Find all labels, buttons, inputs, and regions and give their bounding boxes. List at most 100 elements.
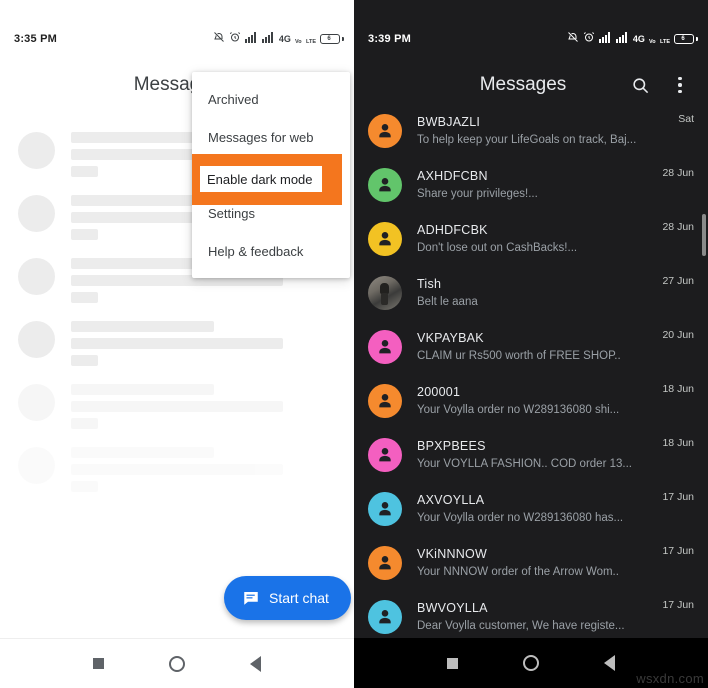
right-status-icons: 4G Vo LTE 6 xyxy=(567,30,694,48)
start-chat-fab[interactable]: Start chat xyxy=(224,576,351,620)
screenshot-root: 3:35 PM 4G Vo LTE 6 Messages Archived Me… xyxy=(0,0,708,688)
conversation-date: 20 Jun xyxy=(662,329,694,341)
conversation-text: ADHDFCBK Don't lose out on CashBacks!... xyxy=(402,222,662,256)
conversation-row[interactable]: BPXPBEES Your VOYLLA FASHION.. COD order … xyxy=(354,428,708,482)
right-status-time: 3:39 PM xyxy=(368,33,411,45)
app-bar-actions xyxy=(628,73,692,97)
conversation-row[interactable]: Tish Belt le aana 27 Jun xyxy=(354,266,708,320)
skeleton-row xyxy=(0,309,354,372)
conversation-snippet: Belt le aana xyxy=(417,296,478,308)
skeleton-avatar xyxy=(18,321,55,358)
battery-icon: 6 xyxy=(674,34,694,44)
skeleton-row xyxy=(0,435,354,498)
home-circle-icon[interactable] xyxy=(168,655,185,672)
avatar-icon xyxy=(368,384,402,418)
menu-item-messages-for-web[interactable]: Messages for web xyxy=(192,118,350,156)
avatar-icon xyxy=(368,330,402,364)
skeleton-line xyxy=(71,464,283,475)
conversation-date: 18 Jun xyxy=(662,383,694,395)
skeleton-lines xyxy=(71,443,336,498)
left-nav-bar xyxy=(0,638,354,688)
avatar-icon xyxy=(368,600,402,634)
skeleton-line xyxy=(71,292,98,303)
signal-2-icon xyxy=(261,30,275,48)
battery-icon: 6 xyxy=(320,34,340,44)
back-triangle-icon[interactable] xyxy=(604,655,616,671)
chat-bubble-icon xyxy=(242,589,260,607)
conversation-text: BWBJAZLI To help keep your LifeGoals on t… xyxy=(402,114,678,148)
avatar-photo xyxy=(368,276,402,310)
start-chat-label: Start chat xyxy=(269,590,329,606)
home-circle-icon[interactable] xyxy=(522,655,539,671)
skeleton-avatar xyxy=(18,195,55,232)
more-vert-icon[interactable] xyxy=(668,73,692,97)
avatar-icon xyxy=(368,546,402,580)
skeleton-line xyxy=(71,447,215,458)
menu-item-archived[interactable]: Archived xyxy=(192,80,350,118)
more-vert-dots xyxy=(678,76,682,94)
left-status-icons: 4G Vo LTE 6 xyxy=(213,30,340,48)
conversation-date: 17 Jun xyxy=(662,491,694,503)
conversation-snippet: Share your privileges!... xyxy=(417,188,538,200)
conversation-name: 200001 xyxy=(417,385,461,399)
signal-2-icon xyxy=(615,30,629,48)
menu-item-enable-dark-mode-label[interactable]: Enable dark mode xyxy=(200,166,322,192)
conversation-date: 18 Jun xyxy=(662,437,694,449)
conversation-name: VKPAYBAK xyxy=(417,331,484,345)
skeleton-line xyxy=(71,321,215,332)
skeleton-lines xyxy=(71,317,336,372)
conversation-text: AXVOYLLA Your Voylla order no W289136080 … xyxy=(402,492,662,526)
conversation-name: BPXPBEES xyxy=(417,439,486,453)
conversation-list[interactable]: BWBJAZLI To help keep your LifeGoals on t… xyxy=(354,104,708,638)
conversation-row[interactable]: BWBJAZLI To help keep your LifeGoals on t… xyxy=(354,104,708,158)
avatar-icon xyxy=(368,114,402,148)
conversation-date: 27 Jun xyxy=(662,275,694,287)
skeleton-line xyxy=(71,166,98,177)
conversation-date: 17 Jun xyxy=(662,599,694,611)
conversation-date: 28 Jun xyxy=(662,167,694,179)
mute-icon xyxy=(567,30,579,48)
conversation-name: BWBJAZLI xyxy=(417,115,481,129)
skeleton-avatar xyxy=(18,258,55,295)
watermark: wsxdn.com xyxy=(636,671,704,686)
conversation-name: ADHDFCBK xyxy=(417,223,488,237)
conversation-list-scrollbar[interactable] xyxy=(702,104,707,638)
4g-icon: 4G xyxy=(278,33,291,44)
back-triangle-icon[interactable] xyxy=(250,655,262,672)
conversation-row[interactable]: VKPAYBAK CLAIM ur Rs500 worth of FREE SHO… xyxy=(354,320,708,374)
recents-square-icon[interactable] xyxy=(92,658,104,669)
conversation-snippet: CLAIM ur Rs500 worth of FREE SHOP.. xyxy=(417,350,621,362)
conversation-row[interactable]: AXHDFCBN Share your privileges!... 28 Jun xyxy=(354,158,708,212)
conversation-row[interactable]: ADHDFCBK Don't lose out on CashBacks!... 2… xyxy=(354,212,708,266)
conversation-text: VKPAYBAK CLAIM ur Rs500 worth of FREE SHO… xyxy=(402,330,662,364)
conversation-date: Sat xyxy=(678,113,694,125)
conversation-row[interactable]: AXVOYLLA Your Voylla order no W289136080 … xyxy=(354,482,708,536)
right-phone-screenshot: 3:39 PM 4G Vo LTE 6 Messages BWBJAZLI To… xyxy=(354,0,708,688)
right-page-title: Messages xyxy=(479,74,567,95)
conversation-snippet: Dear Voylla customer, We have registe... xyxy=(417,620,625,632)
conversation-snippet: Don't lose out on CashBacks!... xyxy=(417,242,578,254)
skeleton-line xyxy=(71,355,98,366)
conversation-row[interactable]: 200001 Your Voylla order no W289136080 sh… xyxy=(354,374,708,428)
avatar-icon xyxy=(368,222,402,256)
scrollbar-thumb[interactable] xyxy=(702,214,706,256)
alarm-icon xyxy=(583,30,595,48)
conversation-date: 28 Jun xyxy=(662,221,694,233)
left-phone-screenshot: 3:35 PM 4G Vo LTE 6 Messages Archived Me… xyxy=(0,0,354,688)
signal-1-icon xyxy=(244,30,258,48)
conversation-snippet: Your Voylla order no W289136080 shi... xyxy=(417,404,620,416)
skeleton-avatar xyxy=(18,132,55,169)
conversation-name: BWVOYLLA xyxy=(417,601,488,615)
recents-square-icon[interactable] xyxy=(446,657,458,669)
menu-item-help-feedback[interactable]: Help & feedback xyxy=(192,232,350,270)
conversation-text: BPXPBEES Your VOYLLA FASHION.. COD order … xyxy=(402,438,662,472)
4g-icon: 4G xyxy=(632,33,645,44)
skeleton-line xyxy=(71,384,215,395)
conversation-row[interactable]: VKiNNNOW Your NNNOW order of the Arrow Wo… xyxy=(354,536,708,590)
search-icon[interactable] xyxy=(628,73,652,97)
right-status-bar: 3:39 PM 4G Vo LTE 6 xyxy=(354,25,708,53)
volte-icon: Vo LTE xyxy=(648,39,670,45)
conversation-row[interactable]: BWVOYLLA Dear Voylla customer, We have re… xyxy=(354,590,708,638)
avatar-icon xyxy=(368,492,402,526)
conversation-name: Tish xyxy=(417,277,442,291)
